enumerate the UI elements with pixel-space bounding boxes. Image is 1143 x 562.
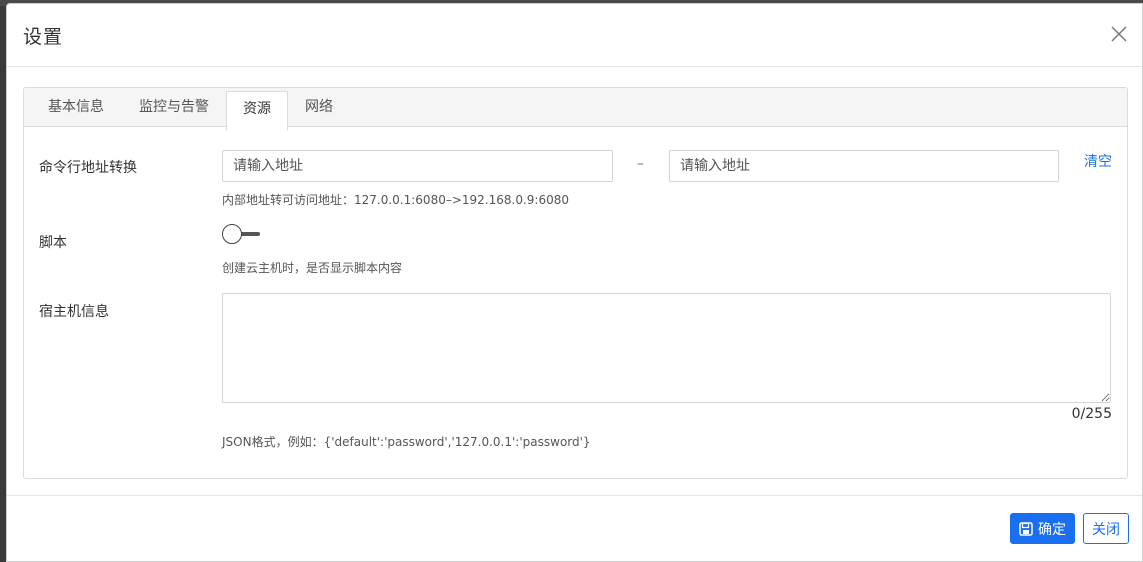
char-counter: 0/255	[1071, 406, 1112, 422]
address-mapping-label: 命令行地址转换	[39, 160, 137, 176]
tab-monitoring-alerts[interactable]: 监控与告警	[124, 88, 224, 127]
close-button[interactable]: 关闭	[1083, 513, 1129, 544]
script-hint: 创建云主机时，是否显示脚本内容	[222, 261, 403, 275]
tab-network[interactable]: 网络	[292, 88, 346, 127]
host-info-hint: JSON格式，例如：{'default':'password','127.0.0…	[222, 435, 591, 449]
settings-dialog: 设置 基本信息 监控与告警 资源 网络 命令行地址转换 – 清空 内部地址转可访…	[6, 3, 1143, 562]
tab-resources[interactable]: 资源	[226, 91, 288, 131]
tab-basic-info[interactable]: 基本信息	[32, 88, 120, 127]
host-info-label: 宿主机信息	[39, 304, 109, 320]
settings-panel: 基本信息 监控与告警 资源 网络 命令行地址转换 – 清空 内部地址转可访问地址…	[23, 87, 1128, 479]
close-icon[interactable]	[1110, 25, 1128, 43]
dialog-header: 设置	[7, 4, 1142, 67]
dialog-title: 设置	[23, 26, 64, 48]
host-info-textarea[interactable]	[222, 293, 1111, 403]
footer-divider	[7, 495, 1142, 496]
address-mapping-hint: 内部地址转可访问地址：127.0.0.1:6080–>192.168.0.9:6…	[222, 193, 569, 207]
address-to-input[interactable]	[669, 150, 1059, 182]
script-label: 脚本	[39, 235, 67, 251]
script-toggle[interactable]	[222, 224, 260, 244]
address-from-input[interactable]	[222, 150, 613, 182]
tab-bar: 基本信息 监控与告警 资源 网络	[24, 88, 1127, 131]
toggle-knob	[222, 224, 242, 244]
clear-link[interactable]: 清空	[1084, 151, 1112, 171]
confirm-button[interactable]: 确定	[1010, 513, 1075, 544]
address-separator: –	[637, 156, 644, 172]
confirm-label: 确定	[1038, 521, 1066, 538]
save-icon	[1019, 521, 1033, 536]
close-label: 关闭	[1092, 521, 1120, 538]
